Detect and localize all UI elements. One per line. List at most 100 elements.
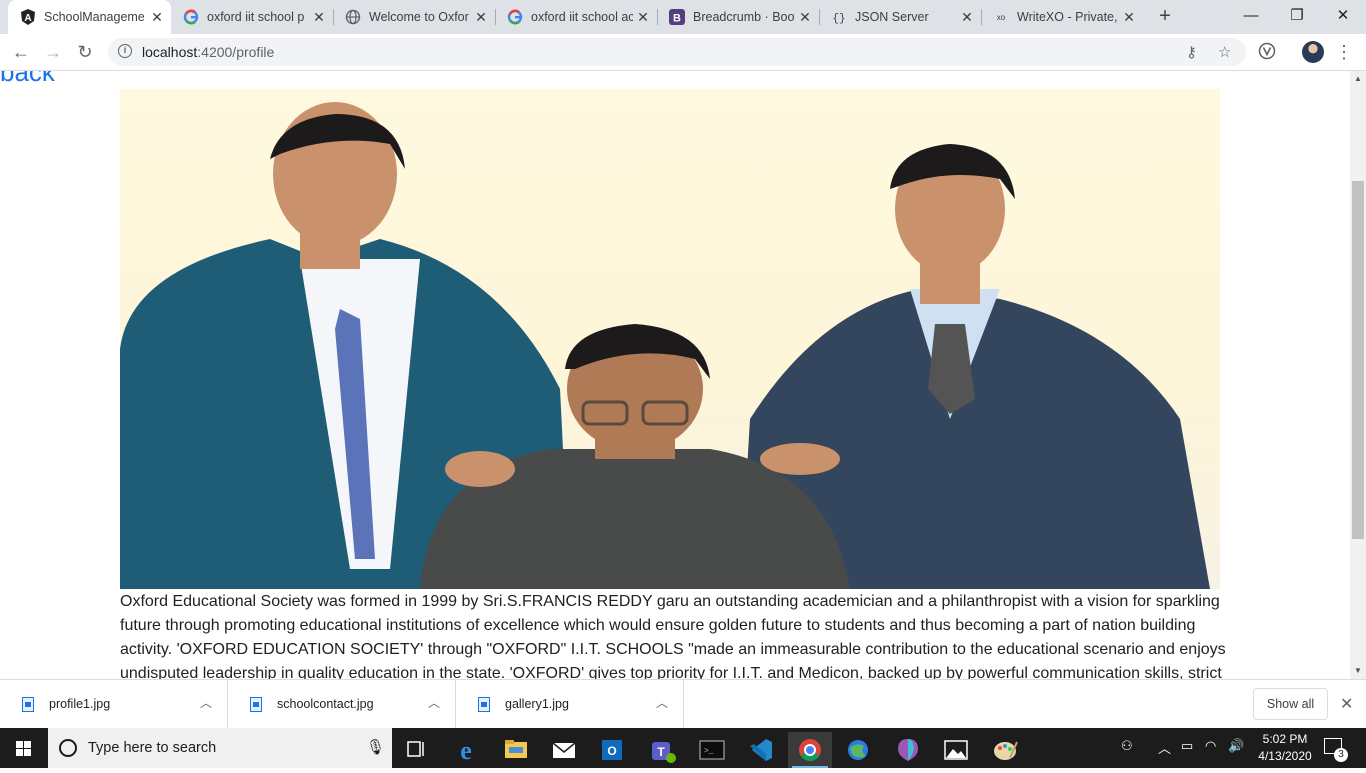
profile-description: Oxford Educational Society was formed in… xyxy=(120,593,1226,679)
outlook-icon[interactable]: O xyxy=(590,732,634,768)
microphone-icon[interactable]: 🎙 xyxy=(366,738,385,756)
address-bar[interactable]: i localhost:4200/profile ⚷ ☆ xyxy=(108,38,1246,66)
tab-title: oxford iit school ac xyxy=(531,10,633,24)
teams-icon[interactable]: T xyxy=(640,732,684,768)
tab-writexo[interactable]: xo WriteXO - Private, ✕ xyxy=(981,0,1143,34)
svg-text:>_: >_ xyxy=(704,747,714,756)
tab-title: Welcome to Oxfor xyxy=(369,10,469,24)
battery-icon[interactable]: ▭ xyxy=(1181,738,1193,754)
show-hidden-icons-chevron-icon[interactable]: ︿ xyxy=(1158,738,1171,757)
restore-button[interactable]: ❐ xyxy=(1274,0,1320,32)
tab-json-server[interactable]: {} JSON Server ✕ xyxy=(819,0,981,34)
show-all-downloads-button[interactable]: Show all xyxy=(1253,688,1328,720)
command-prompt-icon[interactable]: >_ xyxy=(690,732,734,768)
close-tab-icon[interactable]: ✕ xyxy=(471,9,491,26)
task-view-icon[interactable] xyxy=(394,732,438,768)
wifi-icon[interactable]: ◠ xyxy=(1205,738,1216,754)
paint-app-icon[interactable] xyxy=(984,732,1028,768)
tab-breadcrumb-bootstrap[interactable]: B Breadcrumb · Boot ✕ xyxy=(657,0,819,34)
profile-photo xyxy=(120,89,1220,589)
tab-title: WriteXO - Private, xyxy=(1017,10,1118,24)
notification-count-badge: 3 xyxy=(1334,748,1348,762)
chrome-icon[interactable] xyxy=(788,732,832,768)
close-tab-icon[interactable]: ✕ xyxy=(633,9,653,26)
scroll-up-arrow-icon[interactable]: ▲ xyxy=(1350,71,1366,87)
download-shelf: profile1.jpg ︿ schoolcontact.jpg ︿ galle… xyxy=(0,679,1366,729)
clock-date: 4/13/2020 xyxy=(1258,749,1312,763)
scrollbar-thumb[interactable] xyxy=(1352,181,1364,539)
json-server-icon: {} xyxy=(831,9,847,25)
tab-oxford-iit-school-search[interactable]: oxford iit school ac ✕ xyxy=(495,0,657,34)
tab-welcome-oxford[interactable]: Welcome to Oxfor ✕ xyxy=(333,0,495,34)
bookmark-star-icon[interactable]: ☆ xyxy=(1218,43,1231,61)
tab-schoolmanagement[interactable]: A SchoolManageme ✕ xyxy=(8,0,171,34)
download-filename: gallery1.jpg xyxy=(505,697,569,711)
image-file-icon xyxy=(250,697,262,712)
writexo-icon: xo xyxy=(993,9,1009,25)
chevron-up-icon[interactable]: ︿ xyxy=(200,694,212,711)
search-placeholder: Type here to search xyxy=(88,740,217,756)
more-menu-icon[interactable]: ⋮ xyxy=(1334,42,1354,62)
svg-text:{}: {} xyxy=(832,13,845,25)
tab-title: JSON Server xyxy=(855,10,929,24)
system-clock[interactable]: 5:02 PM 4/13/2020 xyxy=(1255,731,1315,765)
network-globe-app-icon[interactable] xyxy=(836,732,880,768)
chevron-up-icon[interactable]: ︿ xyxy=(656,694,668,711)
svg-text:T: T xyxy=(657,745,665,759)
vertical-scrollbar[interactable]: ▲ ▼ xyxy=(1350,71,1366,679)
site-info-icon[interactable]: i xyxy=(118,44,132,58)
download-item[interactable]: profile1.jpg ︿ xyxy=(0,680,228,729)
download-filename: schoolcontact.jpg xyxy=(277,697,374,711)
image-file-icon xyxy=(478,697,490,712)
globe-icon xyxy=(345,9,361,25)
chevron-up-icon[interactable]: ︿ xyxy=(428,694,440,711)
download-item[interactable]: schoolcontact.jpg ︿ xyxy=(228,680,456,729)
profile-avatar[interactable] xyxy=(1302,41,1324,63)
edge-browser-icon[interactable]: e xyxy=(444,732,488,768)
forward-arrow-icon[interactable]: → xyxy=(41,40,65,64)
bootstrap-icon: B xyxy=(669,9,685,25)
close-tab-icon[interactable]: ✕ xyxy=(309,9,329,26)
page-viewport: back Oxford Educational Society was form… xyxy=(0,71,1350,679)
image-file-icon xyxy=(22,697,34,712)
taskbar-search-box[interactable]: Type here to search 🎙 xyxy=(48,728,392,768)
close-tab-icon[interactable]: ✕ xyxy=(147,9,167,26)
close-window-button[interactable]: ✕ xyxy=(1320,0,1366,32)
minimize-button[interactable]: — xyxy=(1228,0,1274,32)
tab-title: oxford iit school p xyxy=(207,10,305,24)
new-tab-button[interactable]: + xyxy=(1154,5,1176,27)
cortana-icon xyxy=(59,739,77,757)
address-url[interactable]: localhost:4200/profile xyxy=(142,44,274,60)
vpn-extension-icon[interactable] xyxy=(1257,42,1277,62)
close-tab-icon[interactable]: ✕ xyxy=(1119,9,1139,26)
balloon-app-icon[interactable] xyxy=(886,732,930,768)
back-arrow-icon[interactable]: ← xyxy=(9,40,33,64)
photos-app-icon[interactable] xyxy=(934,732,978,768)
google-icon xyxy=(183,9,199,25)
mail-icon[interactable] xyxy=(542,732,586,768)
key-icon[interactable]: ⚷ xyxy=(1186,43,1197,61)
people-icon[interactable]: ⚇ xyxy=(1121,738,1133,754)
back-link[interactable]: back xyxy=(0,71,55,88)
angular-icon: A xyxy=(20,9,36,25)
close-tab-icon[interactable]: ✕ xyxy=(957,9,977,26)
scroll-down-arrow-icon[interactable]: ▼ xyxy=(1350,663,1366,679)
windows-start-button[interactable] xyxy=(0,728,48,768)
file-explorer-icon[interactable] xyxy=(494,732,538,768)
reload-icon[interactable]: ↻ xyxy=(73,40,97,64)
close-tab-icon[interactable]: ✕ xyxy=(795,9,815,26)
close-shelf-icon[interactable]: ✕ xyxy=(1340,694,1353,714)
browser-toolbar: ← → ↻ i localhost:4200/profile ⚷ ☆ ⋮ xyxy=(0,34,1366,71)
tab-oxford-iit-search[interactable]: oxford iit school p ✕ xyxy=(171,0,333,34)
download-filename: profile1.jpg xyxy=(49,697,111,711)
clock-time: 5:02 PM xyxy=(1262,732,1308,746)
svg-text:e: e xyxy=(460,736,472,765)
google-icon xyxy=(507,9,523,25)
volume-icon[interactable]: 🔊 xyxy=(1228,738,1244,754)
tab-title: Breadcrumb · Boot xyxy=(693,10,795,24)
download-item[interactable]: gallery1.jpg ︿ xyxy=(456,680,684,729)
vscode-icon[interactable] xyxy=(738,732,782,768)
svg-text:O: O xyxy=(607,744,616,758)
svg-text:xo: xo xyxy=(997,13,1006,22)
windows-taskbar: Type here to search 🎙 e O T >_ ⚇ ︿ ▭ ◠ 🔊… xyxy=(0,728,1366,768)
